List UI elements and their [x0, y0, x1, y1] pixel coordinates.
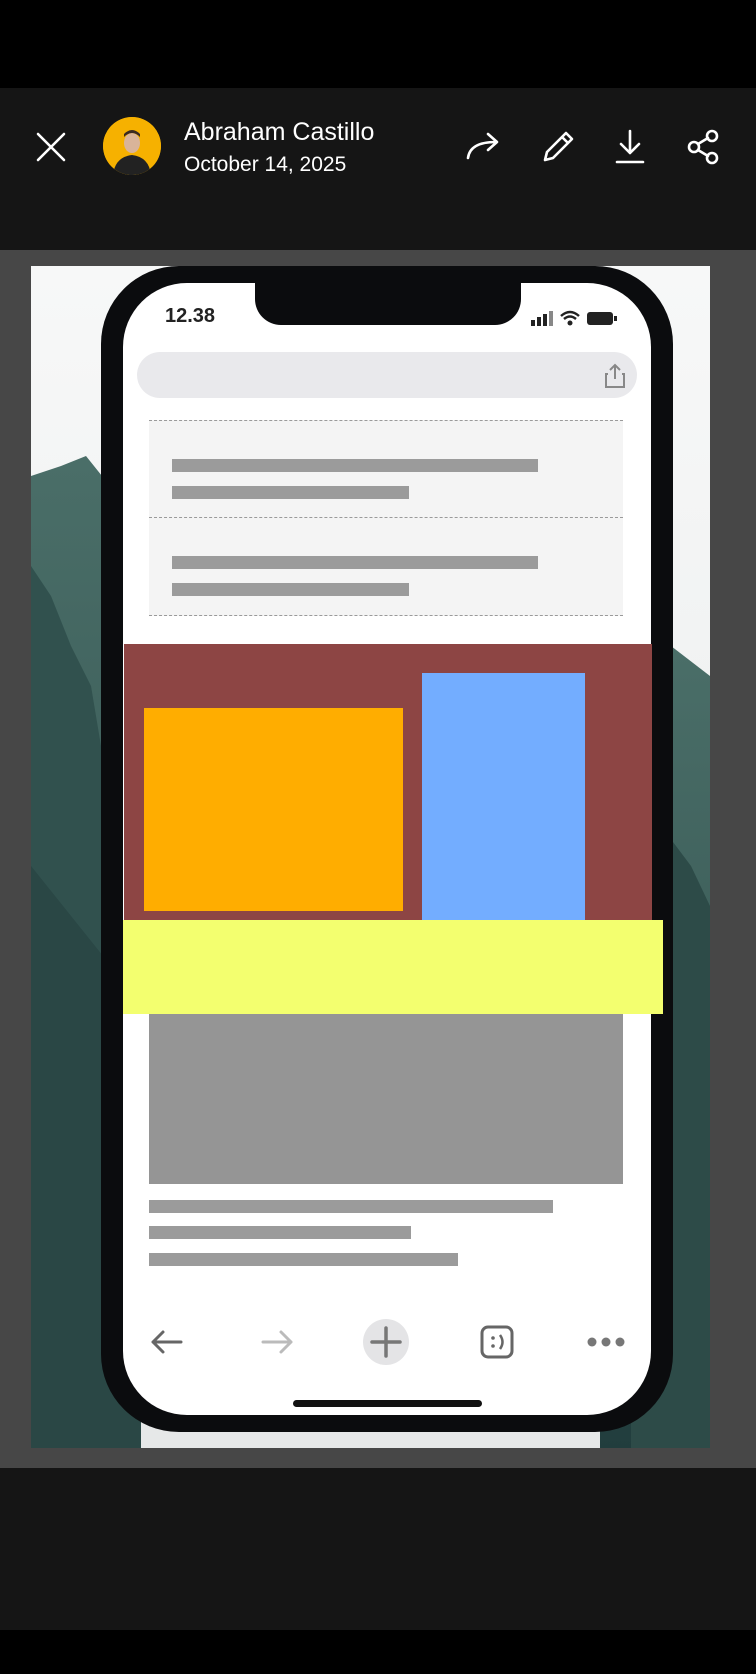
close-icon	[36, 132, 66, 162]
blue-block	[422, 673, 585, 921]
new-tab-button[interactable]	[362, 1318, 410, 1366]
forward-icon	[466, 132, 499, 160]
post-date: October 14, 2025	[184, 153, 347, 176]
new-tab-icon	[363, 1319, 409, 1365]
forward-icon	[261, 1330, 293, 1354]
home-indicator	[293, 1400, 482, 1407]
yellow-band	[123, 920, 663, 1014]
text-placeholder	[172, 459, 538, 472]
text-placeholder	[149, 1226, 411, 1239]
phone-clock: 12.38	[165, 305, 216, 327]
browser-more-button[interactable]	[582, 1318, 630, 1366]
text-placeholder	[172, 486, 409, 499]
tabs-button[interactable]	[473, 1318, 521, 1366]
more-icon	[587, 1337, 625, 1347]
edit-button[interactable]	[530, 119, 586, 175]
phone-notch	[255, 283, 521, 325]
text-placeholder	[172, 583, 409, 596]
tabs-icon	[480, 1325, 514, 1359]
edit-icon	[543, 131, 574, 162]
back-icon	[151, 1330, 183, 1354]
system-navigation-bar	[0, 1630, 756, 1674]
close-button[interactable]	[23, 119, 79, 175]
text-placeholder	[149, 1253, 458, 1266]
author-name[interactable]: Abraham Castillo	[184, 118, 374, 147]
phone-status-icons	[531, 310, 617, 326]
system-status-bar	[0, 0, 756, 88]
browser-forward-button[interactable]	[253, 1318, 301, 1366]
share-icon	[687, 129, 719, 165]
download-button[interactable]	[602, 119, 658, 175]
viewer-footer	[0, 1468, 756, 1630]
text-placeholder	[149, 1200, 553, 1213]
image-placeholder	[149, 1014, 623, 1184]
address-bar[interactable]	[137, 352, 637, 398]
browser-back-button[interactable]	[143, 1318, 191, 1366]
share-icon	[605, 363, 625, 388]
avatar[interactable]	[103, 117, 161, 175]
orange-block	[144, 708, 403, 911]
photo[interactable]: 12.38	[31, 266, 710, 1448]
download-icon	[615, 129, 645, 164]
avatar-photo	[103, 117, 161, 175]
forward-button[interactable]	[456, 119, 512, 175]
text-placeholder	[172, 556, 538, 569]
share-button[interactable]	[675, 119, 731, 175]
